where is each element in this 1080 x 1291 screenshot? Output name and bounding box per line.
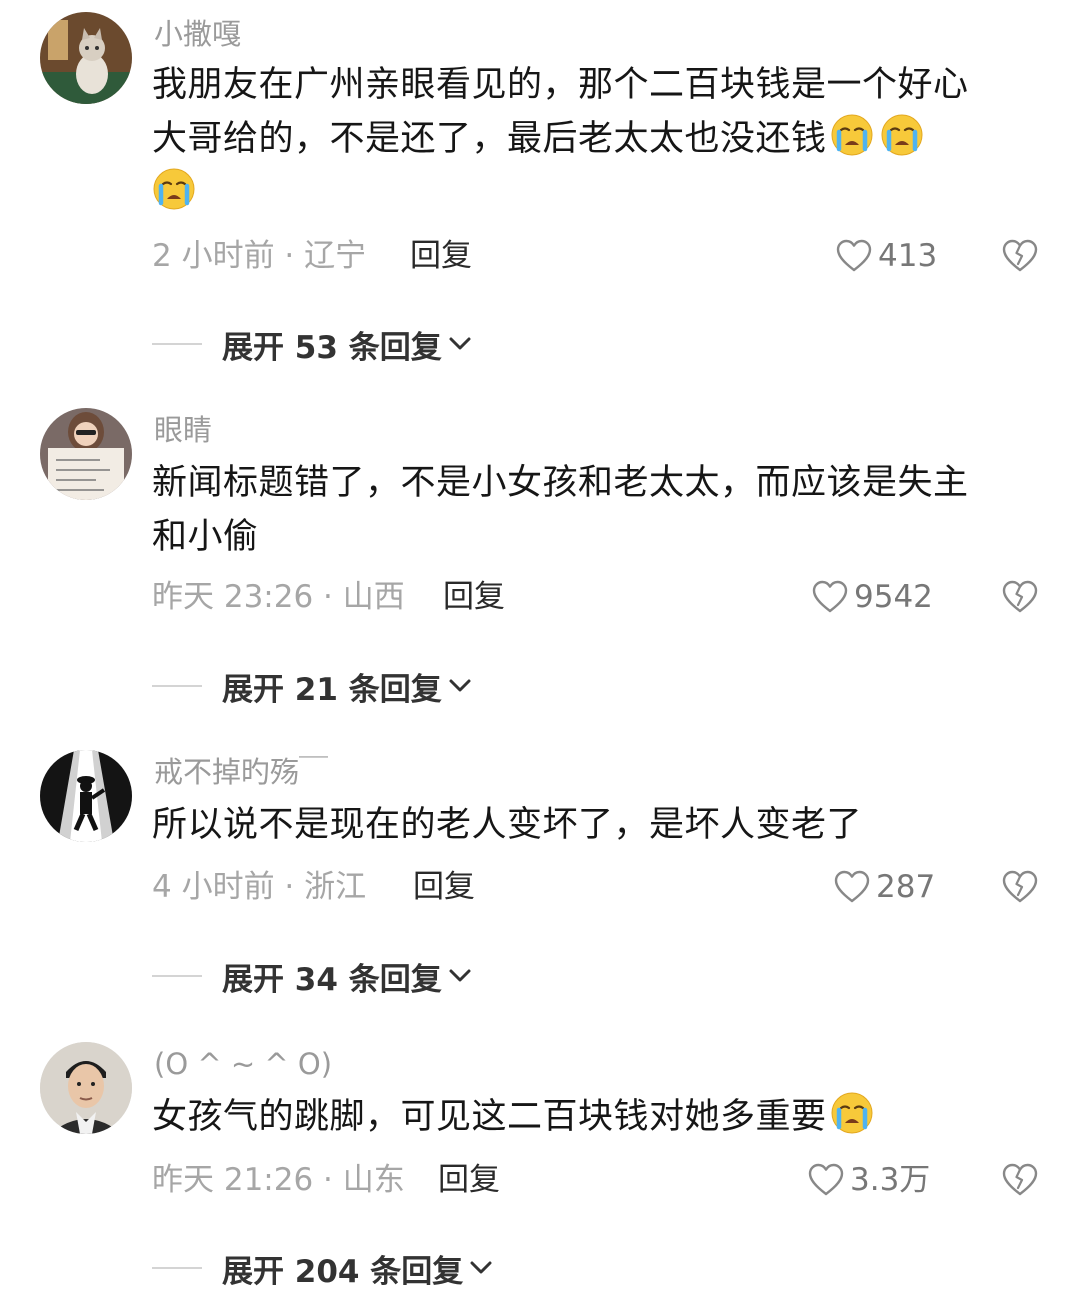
dislike-button[interactable] bbox=[1002, 238, 1038, 274]
like-button[interactable]: 9542 bbox=[812, 577, 933, 617]
broken-heart-icon bbox=[1002, 870, 1038, 903]
comment-meta: 2 小时前 · 辽宁 bbox=[152, 238, 367, 274]
dislike-button[interactable] bbox=[1002, 869, 1038, 905]
comment-username[interactable]: 小撒嘎 bbox=[154, 16, 241, 52]
dislike-button[interactable] bbox=[1002, 579, 1038, 615]
expand-replies-label: 展开 53 条回复 bbox=[222, 329, 442, 366]
user-avatar[interactable] bbox=[40, 12, 132, 104]
comment-text-line: 新闻标题错了，不是小女孩和老太太，而应该是失主 bbox=[152, 463, 969, 503]
reply-button[interactable]: 回复 bbox=[443, 577, 505, 617]
comment-username[interactable]: (O ^ ~ ^ O) bbox=[154, 1046, 332, 1082]
comment-text-line: 大哥给的，不是还了，最后老太太也没还钱 bbox=[152, 119, 827, 159]
comment-text: 所以说不是现在的老人变坏了，是坏人变老了 bbox=[152, 798, 1042, 852]
reply-button[interactable]: 回复 bbox=[438, 1160, 500, 1200]
user-avatar[interactable] bbox=[40, 750, 132, 842]
person-with-sign-avatar-icon bbox=[40, 408, 132, 500]
like-count: 287 bbox=[876, 869, 936, 905]
comment-text: 我朋友在广州亲眼看见的，那个二百块钱是一个好心 大哥给的，不是还了，最后老太太也… bbox=[152, 58, 1042, 220]
expand-replies-label: 展开 34 条回复 bbox=[222, 961, 442, 998]
like-count: 413 bbox=[878, 238, 938, 274]
heart-outline-icon bbox=[812, 580, 848, 613]
user-avatar[interactable] bbox=[40, 1042, 132, 1134]
crying-face-emoji-icon bbox=[830, 113, 874, 157]
broken-heart-icon bbox=[1002, 239, 1038, 272]
broken-heart-icon bbox=[1002, 580, 1038, 613]
reply-button[interactable]: 回复 bbox=[413, 867, 475, 907]
chevron-down-icon bbox=[449, 969, 471, 982]
reply-button[interactable]: 回复 bbox=[410, 236, 472, 276]
comment-meta: 昨天 21:26 · 山东 bbox=[152, 1162, 405, 1198]
cat-avatar-icon bbox=[40, 12, 132, 104]
user-avatar[interactable] bbox=[40, 408, 132, 500]
crying-face-emoji-icon bbox=[152, 167, 196, 211]
expand-replies-label: 展开 204 条回复 bbox=[222, 1253, 464, 1290]
comment-meta: 昨天 23:26 · 山西 bbox=[152, 579, 405, 615]
man-portrait-avatar-icon bbox=[40, 1042, 132, 1134]
divider-line bbox=[152, 975, 202, 977]
chevron-down-icon bbox=[449, 337, 471, 350]
dislike-button[interactable] bbox=[1002, 1162, 1038, 1198]
broken-heart-icon bbox=[1002, 1163, 1038, 1196]
crying-face-emoji-icon bbox=[880, 113, 924, 157]
like-count: 9542 bbox=[854, 579, 933, 615]
like-count: 3.3万 bbox=[850, 1162, 931, 1198]
expand-replies-button[interactable]: 展开 34 条回复 bbox=[152, 954, 474, 998]
comment-meta: 4 小时前 · 浙江 bbox=[152, 869, 367, 905]
chevron-down-icon bbox=[449, 679, 471, 692]
comment-text: 女孩气的跳脚，可见这二百块钱对她多重要 bbox=[152, 1090, 1042, 1144]
dancer-silhouette-avatar-icon bbox=[40, 750, 132, 842]
divider-line bbox=[152, 343, 202, 345]
comment-username[interactable]: 眼睛 bbox=[154, 412, 212, 448]
like-button[interactable]: 3.3万 bbox=[808, 1160, 930, 1200]
expand-replies-button[interactable]: 展开 204 条回复 bbox=[152, 1246, 495, 1290]
heart-outline-icon bbox=[836, 239, 872, 272]
heart-outline-icon bbox=[808, 1163, 844, 1196]
crying-face-emoji-icon bbox=[830, 1091, 874, 1135]
like-button[interactable]: 413 bbox=[836, 236, 937, 276]
expand-replies-button[interactable]: 展开 53 条回复 bbox=[152, 322, 474, 366]
heart-outline-icon bbox=[834, 870, 870, 903]
comment-text-line: 女孩气的跳脚，可见这二百块钱对她多重要 bbox=[152, 1097, 827, 1137]
comment-text-line: 我朋友在广州亲眼看见的，那个二百块钱是一个好心 bbox=[152, 65, 969, 105]
comment-text-line: 和小偷 bbox=[152, 517, 259, 557]
expand-replies-button[interactable]: 展开 21 条回复 bbox=[152, 664, 474, 708]
comment-text: 新闻标题错了，不是小女孩和老太太，而应该是失主 和小偷 bbox=[152, 456, 1042, 564]
divider-line bbox=[152, 685, 202, 687]
like-button[interactable]: 287 bbox=[834, 867, 935, 907]
chevron-down-icon bbox=[470, 1261, 492, 1274]
expand-replies-label: 展开 21 条回复 bbox=[222, 671, 442, 708]
comment-text-line: 所以说不是现在的老人变坏了，是坏人变老了 bbox=[152, 805, 863, 845]
comment-username[interactable]: 戒不掉旳殇￣ bbox=[154, 754, 328, 790]
divider-line bbox=[152, 1267, 202, 1269]
